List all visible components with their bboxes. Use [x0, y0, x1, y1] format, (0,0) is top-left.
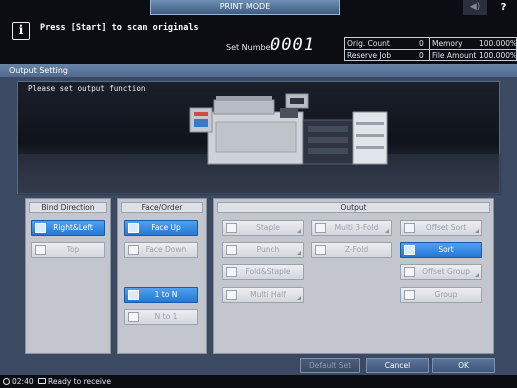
output-instruction: Please set output function [28, 84, 146, 93]
offset-group-icon [404, 267, 415, 277]
memory-value: 100.000% [479, 39, 517, 48]
dropdown-corner-icon [297, 229, 301, 233]
info-icon: i [12, 22, 30, 40]
face-up-icon [128, 223, 139, 233]
print-mode-tab[interactable]: PRINT MODE [150, 0, 340, 15]
dropdown-corner-icon [385, 229, 389, 233]
n-to-one-label: N to 1 [154, 312, 178, 321]
fold-staple-button[interactable]: Fold&Staple [222, 264, 304, 280]
status-bar: 02:40 Ready to receive [0, 375, 517, 388]
page-icon [35, 245, 46, 255]
dropdown-corner-icon [297, 251, 301, 255]
punch-label: Punch [256, 245, 280, 254]
default-set-button[interactable]: Default Set [300, 358, 360, 373]
staple-button[interactable]: Staple [222, 220, 304, 236]
multi-half-icon [226, 290, 237, 300]
top-button[interactable]: Top [31, 242, 105, 258]
dropdown-corner-icon [297, 296, 301, 300]
multi-3fold-label: Multi 3-Fold [334, 223, 379, 232]
three-fold-icon [315, 223, 326, 233]
machine-image [18, 93, 501, 195]
scan-instruction: Press [Start] to scan originals [40, 23, 199, 33]
z-fold-button[interactable]: Z-Fold [311, 242, 392, 258]
sort-icon [404, 245, 415, 255]
panel-title: Output Setting [0, 64, 517, 77]
staple-label: Staple [256, 223, 280, 232]
reserve-job-label: Reserve Job [347, 51, 392, 60]
speaker-icon[interactable]: ◀) [463, 0, 487, 15]
output-group: Output Staple Punch Fold&Staple Multi Ha… [213, 198, 494, 354]
n-to-one-button[interactable]: N to 1 [124, 309, 198, 325]
offset-group-button[interactable]: Offset Group [400, 264, 482, 280]
orig-count-label: Orig. Count [347, 39, 390, 48]
clock-time: 02:40 [12, 377, 34, 386]
stack-order-icon [128, 290, 139, 300]
machine-illustration [17, 81, 501, 195]
offset-sort-icon [404, 223, 415, 233]
dropdown-corner-icon [475, 273, 479, 277]
set-number-label: Set Number [226, 43, 274, 52]
ok-button[interactable]: OK [432, 358, 495, 373]
one-to-n-label: 1 to N [154, 290, 178, 299]
offset-sort-label: Offset Sort [425, 223, 467, 232]
right-left-button[interactable]: Right&Left [31, 220, 105, 236]
multi-3fold-button[interactable]: Multi 3-Fold [311, 220, 392, 236]
punch-button[interactable]: Punch [222, 242, 304, 258]
counter-panel: Orig. Count 0 Memory 100.000% Reserve Jo… [344, 37, 517, 61]
clock-icon [3, 378, 10, 385]
group-icon [404, 290, 415, 300]
staple-icon [226, 223, 237, 233]
file-amount-value: 100.000% [479, 51, 517, 60]
status-message: Ready to receive [48, 377, 111, 386]
top-label: Top [66, 245, 80, 254]
offset-group-label: Offset Group [422, 267, 470, 276]
face-order-title: Face/Order [121, 202, 203, 213]
fold-staple-label: Fold&Staple [245, 267, 291, 276]
stack-reverse-icon [128, 312, 139, 322]
right-left-label: Right&Left [53, 223, 93, 232]
punch-icon [226, 245, 237, 255]
group-button[interactable]: Group [400, 287, 482, 303]
offset-sort-button[interactable]: Offset Sort [400, 220, 482, 236]
memory-label: Memory [432, 39, 463, 48]
multi-half-label: Multi Half [250, 290, 286, 299]
multi-half-button[interactable]: Multi Half [222, 287, 304, 303]
cancel-button[interactable]: Cancel [366, 358, 429, 373]
orig-count-value: 0 [419, 39, 424, 48]
book-icon [35, 223, 46, 233]
fold-staple-icon [226, 267, 237, 277]
face-down-label: Face Down [145, 245, 187, 254]
dropdown-corner-icon [475, 229, 479, 233]
set-number-value: 0001 [270, 35, 315, 55]
sort-label: Sort [438, 245, 454, 254]
file-amount-label: File Amount [432, 51, 477, 60]
face-up-button[interactable]: Face Up [124, 220, 198, 236]
z-fold-icon [315, 245, 326, 255]
reserve-job-value: 0 [419, 51, 424, 60]
face-order-group: Face/Order Face Up Face Down 1 to N N to… [117, 198, 207, 354]
printer-icon [38, 378, 46, 384]
help-button[interactable]: ? [490, 0, 517, 15]
face-down-icon [128, 245, 139, 255]
bind-direction-group: Bind Direction Right&Left Top [25, 198, 111, 354]
face-up-label: Face Up [151, 223, 181, 232]
face-down-button[interactable]: Face Down [124, 242, 198, 258]
sort-button[interactable]: Sort [400, 242, 482, 258]
bind-direction-title: Bind Direction [29, 202, 107, 213]
group-label: Group [434, 290, 458, 299]
one-to-n-button[interactable]: 1 to N [124, 287, 198, 303]
z-fold-label: Z-Fold [344, 245, 369, 254]
output-title: Output [217, 202, 490, 213]
